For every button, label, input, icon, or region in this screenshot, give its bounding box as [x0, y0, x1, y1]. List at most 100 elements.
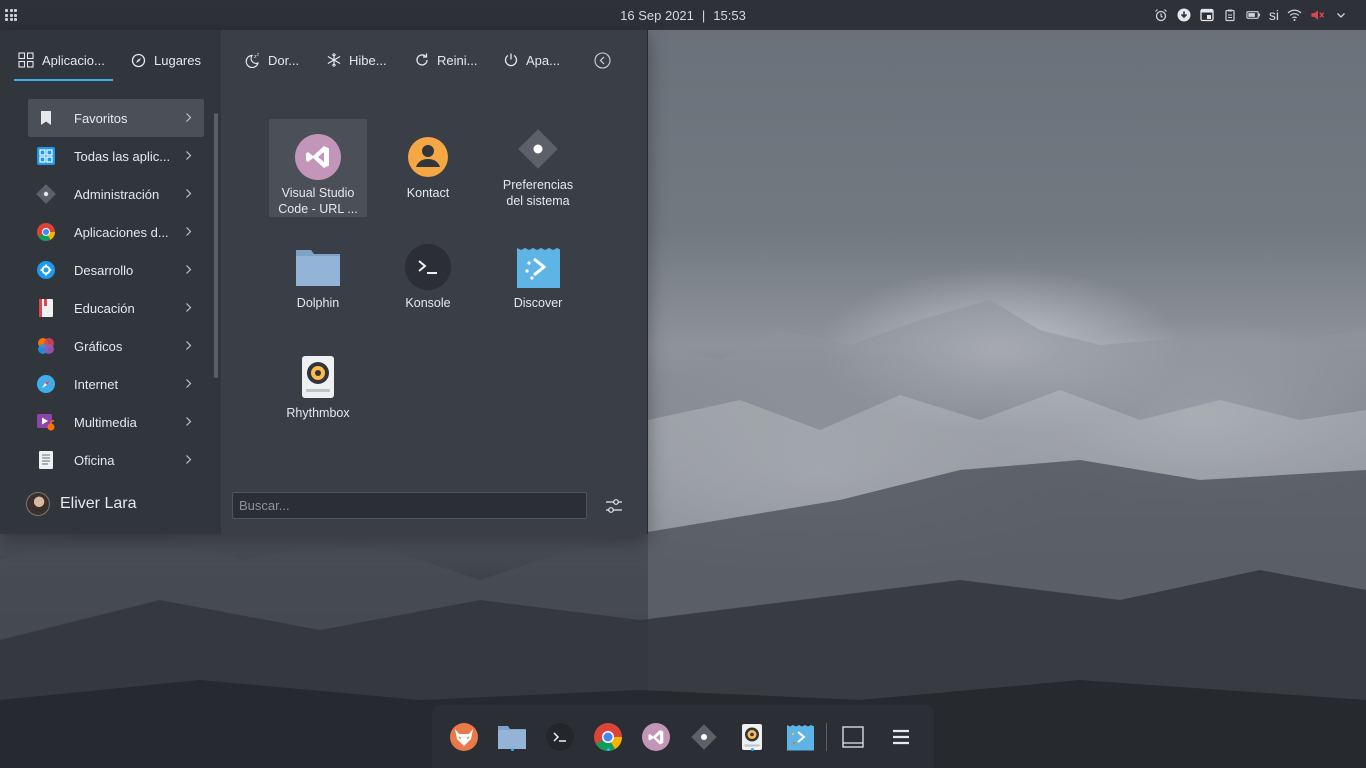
category-label: Aplicaciones d...	[74, 224, 169, 240]
dock-konsole[interactable]	[544, 721, 576, 753]
category-label: Desarrollo	[74, 262, 134, 278]
tab-places[interactable]: Lugares	[131, 48, 201, 72]
chevron-right-icon	[186, 113, 192, 122]
folder-icon	[294, 243, 342, 291]
keyboard-layout-indicator[interactable]: si	[1269, 7, 1279, 23]
sleep-icon: zz	[245, 52, 259, 68]
system-settings-icon	[514, 125, 562, 173]
category-favoritos[interactable]: Favoritos	[28, 99, 204, 137]
wifi-icon[interactable]	[1287, 8, 1302, 23]
category-todas-las-aplicaciones[interactable]: Todas las aplic...	[28, 137, 204, 175]
app-label: Kontact	[406, 186, 450, 200]
dock-firefox[interactable]	[448, 721, 480, 753]
running-indicator	[606, 748, 610, 751]
download-icon[interactable]	[1177, 8, 1192, 23]
app-discover[interactable]: Discover	[489, 229, 587, 327]
app-label: Discover	[513, 296, 563, 310]
category-graficos[interactable]: Gráficos	[28, 327, 204, 365]
bookmark-icon	[36, 108, 56, 128]
shutdown-label: Apa...	[526, 52, 560, 68]
vscode-icon	[294, 133, 342, 181]
discover-icon	[787, 725, 814, 751]
app-rhythmbox[interactable]: Rhythmbox	[269, 339, 367, 437]
hibernate-button[interactable]: Hibe...	[326, 48, 387, 72]
dock-rhythmbox[interactable]	[736, 721, 768, 753]
category-oficina[interactable]: Oficina	[28, 441, 204, 479]
running-indicator	[750, 748, 754, 751]
svg-text:z: z	[257, 52, 259, 57]
dock-divider	[826, 723, 827, 751]
office-icon	[36, 450, 56, 470]
tray-expand-chevron-icon[interactable]	[1333, 8, 1348, 23]
app-preferencias-del-sistema[interactable]: Preferencias del sistema	[489, 119, 587, 217]
graphics-icon	[36, 336, 56, 356]
leave-menu-button[interactable]	[594, 48, 611, 72]
user-name: Eliver Lara	[60, 495, 137, 512]
app-konsole[interactable]: Konsole	[379, 229, 477, 327]
terminal-icon	[404, 243, 452, 291]
sliders-icon	[606, 499, 622, 513]
compass-icon	[131, 53, 146, 67]
snowflake-icon	[327, 53, 341, 67]
hibernate-label: Hibe...	[349, 52, 387, 68]
search-input[interactable]	[232, 492, 587, 519]
folder-icon	[498, 726, 526, 749]
category-administracion[interactable]: Administración	[28, 175, 204, 213]
vscode-icon	[642, 723, 670, 751]
category-desarrollo[interactable]: Desarrollo	[28, 251, 204, 289]
show-desktop-icon	[842, 726, 864, 748]
admin-icon	[36, 184, 56, 204]
dock-dolphin[interactable]	[496, 721, 528, 753]
system-settings-icon	[691, 724, 717, 750]
dock-discover[interactable]	[784, 721, 816, 753]
app-kontact[interactable]: Kontact	[379, 119, 477, 217]
dock-show-desktop[interactable]	[837, 721, 869, 753]
clock-separator: |	[701, 8, 706, 23]
chevron-right-icon	[186, 303, 192, 312]
education-icon	[36, 298, 56, 318]
restart-icon	[416, 53, 428, 66]
internet-icon	[36, 374, 56, 394]
category-label: Oficina	[74, 452, 115, 468]
clipboard-icon[interactable]	[1223, 8, 1238, 23]
sleep-button[interactable]: zz Dor...	[243, 48, 299, 72]
shutdown-button[interactable]: Apa...	[503, 48, 560, 72]
app-visual-studio-code[interactable]: Visual Studio Code - URL ...	[269, 119, 367, 217]
dock-system-settings[interactable]	[688, 721, 720, 753]
chevron-right-icon	[186, 189, 192, 198]
firefox-icon	[450, 723, 478, 751]
alarm-icon[interactable]	[1154, 8, 1169, 23]
category-internet[interactable]: Internet	[28, 365, 204, 403]
restart-button[interactable]: Reini...	[414, 48, 477, 72]
active-tab-indicator	[14, 79, 113, 81]
rhythmbox-icon	[294, 353, 342, 401]
category-label: Multimedia	[74, 414, 137, 430]
dock-chrome[interactable]	[592, 721, 624, 753]
category-educacion[interactable]: Educación	[28, 289, 204, 327]
session-actions: zz Dor... Hibe... Reini... Apa...	[221, 30, 647, 92]
battery-icon[interactable]	[1246, 8, 1261, 23]
chevron-left-circle-icon	[594, 51, 611, 69]
app-dolphin[interactable]: Dolphin	[269, 229, 367, 327]
category-label: Todas las aplic...	[74, 148, 171, 164]
development-icon	[36, 260, 56, 280]
category-scrollbar[interactable]	[214, 113, 218, 378]
dock-vscode[interactable]	[640, 721, 672, 753]
app-label: Visual Studio Code - URL ...	[278, 186, 358, 216]
app-label: Dolphin	[296, 296, 340, 310]
tab-applications[interactable]: Aplicacio...	[18, 48, 114, 72]
category-label: Gráficos	[74, 338, 123, 354]
notes-icon[interactable]	[1200, 8, 1215, 23]
category-multimedia[interactable]: Multimedia	[28, 403, 204, 441]
user-profile[interactable]: Eliver Lara	[26, 492, 136, 516]
launcher-settings-button[interactable]	[603, 495, 625, 517]
volume-muted-icon[interactable]	[1310, 8, 1325, 23]
top-panel: 16 Sep 2021 | 15:53 si	[0, 0, 1366, 30]
discover-icon	[514, 243, 562, 291]
dock-menu[interactable]	[885, 721, 917, 753]
power-icon	[504, 53, 518, 67]
category-aplicaciones-chrome[interactable]: Aplicaciones d...	[28, 213, 204, 251]
rhythmbox-icon	[742, 724, 762, 750]
avatar	[26, 492, 50, 516]
tab-applications-label: Aplicacio...	[42, 52, 105, 68]
